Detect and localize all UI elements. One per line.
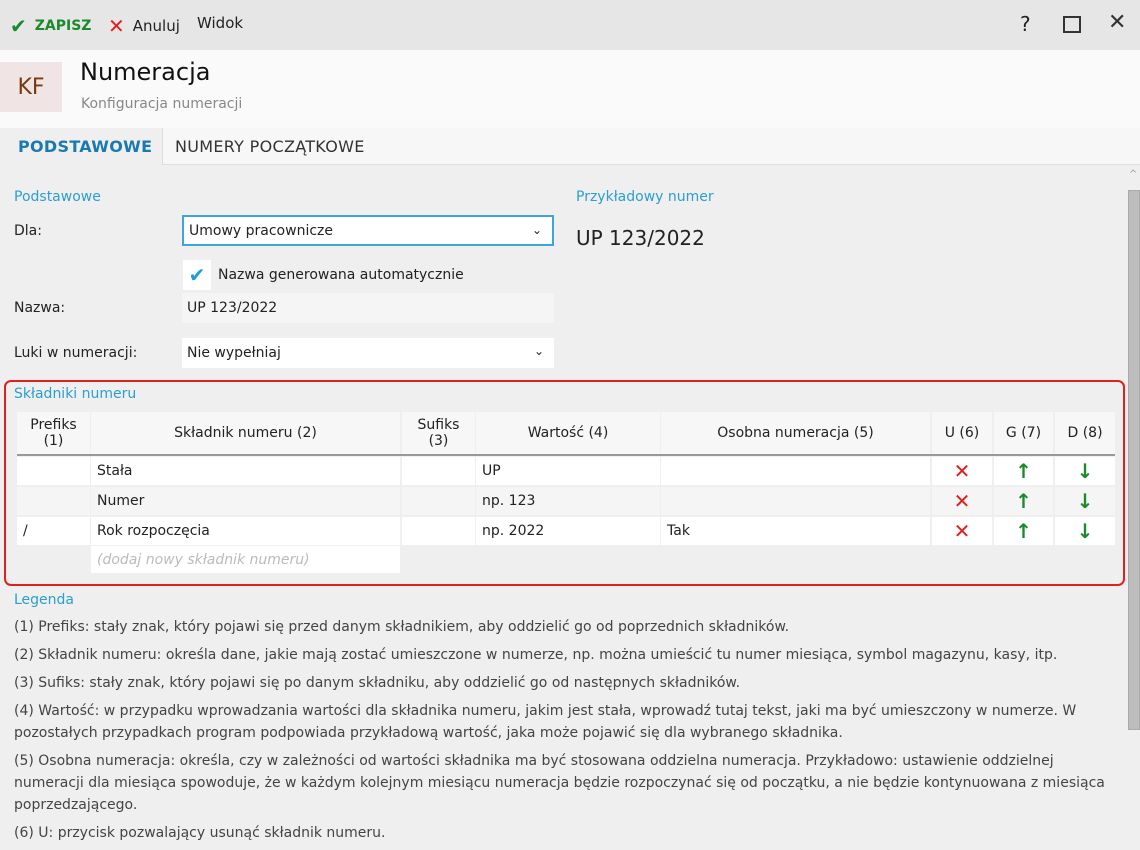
legend-item: (1) Prefiks: stały znak, który pojawi si…	[14, 619, 790, 635]
table-cell-value[interactable]: UP	[476, 457, 660, 485]
check-icon: ✔	[10, 14, 27, 38]
legend-title: Legenda	[14, 592, 75, 608]
example-label: Przykładowy numer	[576, 189, 714, 205]
column-header: Sufiks (3)	[402, 412, 475, 454]
column-header: D (8)	[1055, 412, 1115, 454]
column-header: U (6)	[932, 412, 992, 454]
table-cell-name[interactable]: Stała	[91, 457, 400, 485]
delete-icon[interactable]: ✕	[932, 487, 992, 515]
table-cell-name[interactable]: Numer	[91, 487, 400, 515]
column-header: Prefiks (1)	[17, 412, 90, 454]
legend-item: (5) Osobna numeracja: określa, czy w zal…	[14, 753, 1105, 813]
delete-icon[interactable]: ✕	[932, 457, 992, 485]
legend-item: (4) Wartość: w przypadku wprowadzania wa…	[14, 703, 1077, 741]
table-cell-suffix[interactable]	[402, 457, 475, 485]
table-cell-separate[interactable]	[661, 457, 930, 485]
chevron-down-icon: ⌄	[533, 344, 544, 358]
dla-label: Dla:	[14, 223, 42, 239]
save-button[interactable]: ✔ ZAPISZ	[10, 14, 91, 38]
delete-icon[interactable]: ✕	[932, 517, 992, 545]
table-cell-suffix[interactable]	[402, 487, 475, 515]
move-down-icon[interactable]: ↓	[1055, 517, 1115, 545]
move-up-icon[interactable]: ↑	[994, 487, 1053, 515]
module-badge: KF	[0, 62, 62, 112]
page-subtitle: Konfiguracja numeracji	[81, 96, 243, 112]
column-header: Wartość (4)	[476, 412, 660, 454]
close-window-button[interactable]: ✕	[1108, 10, 1126, 35]
move-up-icon[interactable]: ↑	[994, 517, 1053, 545]
nazwa-field: UP 123/2022	[182, 293, 554, 323]
tab-podstawowe[interactable]: PODSTAWOWE	[0, 128, 163, 165]
add-component-input[interactable]: (dodaj nowy składnik numeru)	[91, 546, 400, 573]
column-header: Osobna numeracja (5)	[661, 412, 930, 454]
move-down-icon[interactable]: ↓	[1055, 457, 1115, 485]
luki-label: Luki w numeracji:	[14, 345, 138, 361]
table-cell-separate[interactable]	[661, 487, 930, 515]
table-cell-name[interactable]: Rok rozpoczęcia	[91, 517, 400, 545]
luki-select[interactable]: Nie wypełniaj ⌄	[182, 338, 554, 368]
chevron-down-icon: ⌄	[531, 223, 542, 237]
scrollbar-thumb[interactable]	[1128, 190, 1140, 730]
view-button[interactable]: Widok	[197, 14, 243, 32]
auto-name-label: Nazwa generowana automatycznie	[218, 267, 464, 283]
move-down-icon[interactable]: ↓	[1055, 487, 1115, 515]
nazwa-label: Nazwa:	[14, 300, 66, 316]
tab-numery-poczatkowe[interactable]: NUMERY POCZĄTKOWE	[157, 128, 383, 165]
section-basic: Podstawowe	[14, 189, 101, 205]
tab-bar: PODSTAWOWE NUMERY POCZĄTKOWE	[0, 128, 1140, 165]
section-components: Składniki numeru	[14, 386, 137, 402]
cancel-button[interactable]: ✕ Anuluj	[108, 14, 180, 38]
column-header: G (7)	[994, 412, 1053, 454]
move-up-icon[interactable]: ↑	[994, 457, 1053, 485]
table-cell-prefix[interactable]	[17, 487, 90, 515]
maximize-button[interactable]	[1063, 16, 1081, 33]
table-cell-suffix[interactable]	[402, 517, 475, 545]
scrollbar[interactable]: ^	[1128, 165, 1140, 839]
dla-select[interactable]: Umowy pracownicze ⌄	[182, 215, 554, 246]
table-cell-prefix[interactable]: /	[17, 517, 90, 545]
column-header: Składnik numeru (2)	[91, 412, 400, 454]
auto-name-checkbox[interactable]: ✔	[183, 260, 211, 290]
table-cell-value[interactable]: np. 2022	[476, 517, 660, 545]
table-cell-prefix[interactable]	[17, 457, 90, 485]
header-divider	[17, 454, 1115, 456]
page-title: Numeracja	[80, 58, 211, 86]
legend-item: (3) Sufiks: stały znak, który pojawi się…	[14, 675, 741, 691]
legend-item: (2) Składnik numeru: określa dane, jakie…	[14, 647, 1058, 663]
legend-item: (6) U: przycisk pozwalający usunąć skład…	[14, 825, 386, 841]
example-value: UP 123/2022	[576, 226, 705, 250]
table-cell-separate[interactable]: Tak	[661, 517, 930, 545]
header: KF Numeracja Konfiguracja numeracji	[0, 50, 1140, 128]
legend: Legenda (1) Prefiks: stały znak, który p…	[14, 592, 1114, 850]
close-icon: ✕	[108, 14, 125, 38]
toolbar: ✔ ZAPISZ ✕ Anuluj Widok ? ✕	[0, 0, 1140, 50]
table-cell-value[interactable]: np. 123	[476, 487, 660, 515]
help-button[interactable]: ?	[1020, 12, 1031, 36]
